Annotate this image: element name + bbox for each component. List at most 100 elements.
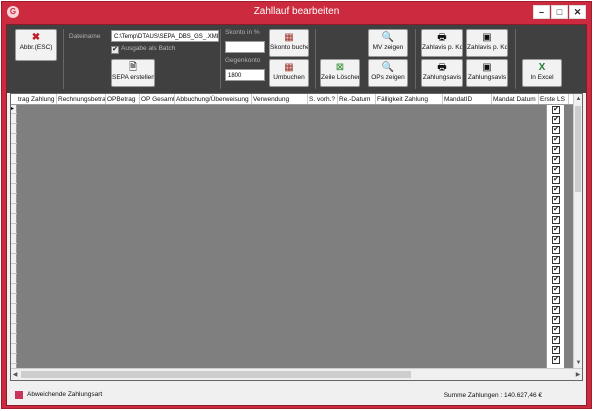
row-header[interactable] (11, 315, 17, 324)
erste-ls-checkbox[interactable]: ✔ (552, 306, 560, 314)
ausgabe-batch-checkbox[interactable]: ✔ Ausgabe als Batch (111, 45, 175, 54)
row-header[interactable] (11, 345, 17, 354)
row-header[interactable] (11, 355, 17, 364)
grid-icon: ▦ (284, 62, 294, 73)
erste-ls-checkbox[interactable]: ✔ (552, 136, 560, 144)
erste-ls-checkbox[interactable]: ✔ (552, 286, 560, 294)
erste-ls-checkbox[interactable]: ✔ (552, 256, 560, 264)
skonto-buchen-button[interactable]: ▦ Skonto buchen (269, 29, 309, 57)
sepa-erstellen-button[interactable]: 🗎 SEPA erstellen (111, 59, 155, 87)
row-header[interactable] (11, 185, 17, 194)
row-header[interactable] (11, 195, 17, 204)
row-header[interactable] (11, 165, 17, 174)
zahlavis-pkd-mail-button[interactable]: ▣ Zahlavis p. Kd (466, 29, 508, 57)
row-header[interactable]: ▸ (11, 105, 17, 114)
erste-ls-checkbox[interactable]: ✔ (552, 216, 560, 224)
row-header[interactable] (11, 265, 17, 274)
row-header[interactable] (11, 335, 17, 344)
skonto-label: Skonto in % (225, 29, 260, 36)
erste-ls-checkbox[interactable]: ✔ (552, 266, 560, 274)
erste-ls-checkbox[interactable]: ✔ (552, 156, 560, 164)
erste-ls-checkbox[interactable]: ✔ (552, 316, 560, 324)
row-header[interactable] (11, 225, 17, 234)
column-header[interactable]: Erste LS (539, 94, 569, 104)
row-header[interactable] (11, 155, 17, 164)
zahlavis-pkd-print-button[interactable]: 🖶 Zahlavis p. Kd (421, 29, 463, 57)
row-header[interactable] (11, 215, 17, 224)
scroll-up-icon[interactable]: ▲ (574, 94, 583, 104)
row-header[interactable] (11, 145, 17, 154)
erste-ls-checkbox[interactable]: ✔ (552, 196, 560, 204)
erste-ls-checkbox[interactable]: ✔ (552, 116, 560, 124)
row-header[interactable] (11, 235, 17, 244)
scroll-down-icon[interactable]: ▼ (574, 358, 583, 368)
row-header[interactable] (11, 305, 17, 314)
scroll-right-icon[interactable]: ▶ (574, 370, 582, 380)
column-header[interactable]: MandatID (443, 94, 492, 104)
abbr-esc-button[interactable]: ✖ Abbr.(ESC) (15, 29, 57, 61)
erste-ls-checkbox[interactable]: ✔ (552, 186, 560, 194)
row-header[interactable] (11, 275, 17, 284)
zahlavis-pkd-label: Zahlavis p. Kd (422, 44, 462, 51)
mv-zeigen-label: MV zeigen (372, 44, 404, 51)
row-header[interactable] (11, 325, 17, 334)
erste-ls-checkbox[interactable]: ✔ (552, 236, 560, 244)
column-header[interactable]: OPBetrag (106, 94, 140, 104)
skonto-input[interactable] (225, 41, 265, 53)
column-header[interactable]: Verwendung (252, 94, 308, 104)
erste-ls-checkbox[interactable]: ✔ (552, 336, 560, 344)
row-header[interactable] (11, 115, 17, 124)
erste-ls-checkbox[interactable]: ✔ (552, 276, 560, 284)
erste-ls-checkbox[interactable]: ✔ (552, 146, 560, 154)
payments-grid[interactable]: trag Zahlung Rechnungsbetrag OPBetrag OP Ge… (10, 93, 583, 381)
horizontal-scrollbar[interactable]: ◀ ▶ (11, 368, 582, 380)
erste-ls-checkbox[interactable]: ✔ (552, 246, 560, 254)
erste-ls-checkbox[interactable]: ✔ (552, 106, 560, 114)
printer-icon: 🖶 (437, 62, 447, 73)
erste-ls-checkbox[interactable]: ✔ (552, 206, 560, 214)
ops-zeigen-button[interactable]: 🔍 OPs zeigen (368, 59, 408, 87)
column-header[interactable]: Rechnungsbetrag (57, 94, 106, 104)
row-header[interactable] (11, 255, 17, 264)
erste-ls-checkbox[interactable]: ✔ (552, 296, 560, 304)
row-header[interactable] (11, 135, 17, 144)
content-area: ✖ Abbr.(ESC) Dateiname C:\Temp\DTAUS\SEP… (6, 24, 587, 406)
erste-ls-checkbox[interactable]: ✔ (552, 126, 560, 134)
erste-ls-checkbox[interactable]: ✔ (552, 176, 560, 184)
column-header[interactable]: S. vorh.? (308, 94, 338, 104)
dateiname-label: Dateiname (69, 33, 101, 40)
column-header[interactable]: Mandat Datum (492, 94, 539, 104)
zahlungsavis-print-button[interactable]: 🖶 Zahlungsavis (421, 59, 463, 87)
column-header[interactable]: trag Zahlung (17, 94, 57, 104)
erste-ls-checkbox[interactable]: ✔ (552, 166, 560, 174)
vertical-scrollbar[interactable]: ▲ ▼ (573, 94, 582, 368)
close-button[interactable]: ✕ (569, 5, 586, 19)
erste-ls-checkbox[interactable]: ✔ (552, 356, 560, 364)
umbuchen-button[interactable]: ▦ Umbuchen (269, 59, 309, 87)
in-excel-button[interactable]: X In Excel (522, 59, 562, 87)
column-header[interactable]: OP Gesamt (140, 94, 175, 104)
row-header[interactable] (11, 205, 17, 214)
maximize-button[interactable]: □ (551, 5, 568, 19)
zahlungsavis-mail-button[interactable]: ▣ Zahlungsavis (466, 59, 508, 87)
erste-ls-checkbox[interactable]: ✔ (552, 346, 560, 354)
row-header[interactable] (11, 175, 17, 184)
row-header[interactable] (11, 285, 17, 294)
mv-zeigen-button[interactable]: 🔍 MV zeigen (368, 29, 408, 57)
row-header[interactable] (11, 295, 17, 304)
zeile-loeschen-button[interactable]: ⊠ Zeile Löschen (320, 59, 360, 87)
separator (315, 29, 316, 89)
erste-ls-checkbox[interactable]: ✔ (552, 226, 560, 234)
row-header[interactable] (11, 125, 17, 134)
column-header[interactable]: Re.-Datum (338, 94, 376, 104)
gegenkonto-input[interactable]: 1800 (225, 69, 265, 81)
row-header[interactable] (11, 245, 17, 254)
vertical-scroll-thumb[interactable] (575, 106, 581, 192)
horizontal-scroll-thumb[interactable] (21, 371, 411, 378)
column-header[interactable]: Fälligkeit Zahlung (376, 94, 443, 104)
erste-ls-checkbox[interactable]: ✔ (552, 326, 560, 334)
minimize-button[interactable]: – (533, 5, 550, 19)
dateiname-input[interactable]: C:\Temp\DTAUS\SEPA_DBS_GS_.XML (111, 30, 219, 42)
scroll-left-icon[interactable]: ◀ (11, 370, 19, 380)
column-header[interactable]: Abbuchung/Überweisung (175, 94, 252, 104)
